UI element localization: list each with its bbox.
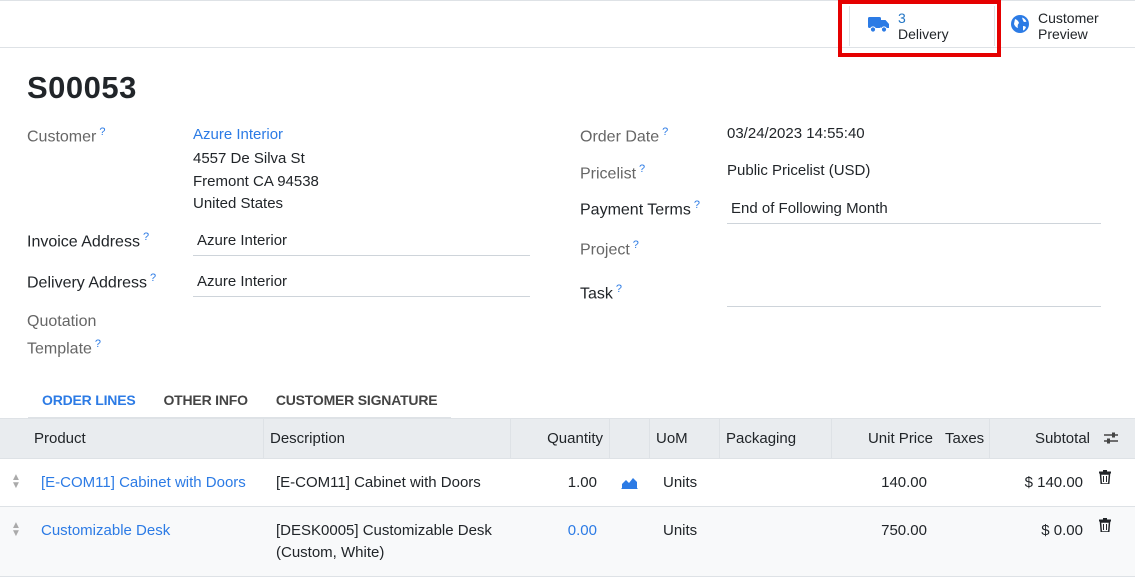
task-field[interactable] — [727, 306, 1101, 307]
quotation-template-label-1: Quotation — [27, 313, 97, 330]
globe-icon — [1010, 14, 1030, 38]
subtotal-cell: $ 140.00 — [1024, 474, 1083, 491]
uom-cell[interactable]: Units — [663, 474, 697, 491]
customer-name-link[interactable]: Azure Interior — [193, 126, 283, 143]
help-icon[interactable]: ? — [150, 272, 156, 284]
customer-preview-button[interactable]: Customer Preview — [1010, 6, 1135, 46]
payment-terms-field[interactable]: End of Following Month — [731, 200, 888, 217]
trash-icon[interactable] — [1099, 518, 1111, 536]
smart-button-bar: 3 Delivery Customer Preview — [0, 0, 1135, 48]
subtotal-cell: $ 0.00 — [1041, 522, 1083, 539]
customer-address-line3: United States — [193, 195, 284, 212]
invoice-address-field[interactable]: Azure Interior — [197, 232, 287, 249]
drag-handle-icon[interactable]: ▲ ▼ — [11, 473, 21, 491]
help-icon[interactable]: ? — [143, 231, 149, 243]
column-header-subtotal[interactable]: Subtotal — [989, 419, 1096, 459]
drag-handle-icon[interactable]: ▲ ▼ — [11, 521, 21, 539]
description-cell-line1[interactable]: [DESK0005] Customizable Desk — [276, 522, 492, 539]
task-label: Task? — [580, 283, 623, 303]
column-header-product[interactable]: Product — [28, 419, 262, 459]
payment-terms-underline — [727, 223, 1101, 224]
column-header-quantity[interactable]: Quantity — [510, 419, 609, 459]
help-icon[interactable]: ? — [633, 239, 639, 251]
column-header-description[interactable]: Description — [263, 419, 510, 459]
help-icon[interactable]: ? — [662, 126, 668, 138]
delivery-smart-button[interactable]: 3 Delivery — [849, 6, 995, 46]
record-title: S00053 — [27, 70, 137, 105]
project-label: Project? — [580, 239, 639, 259]
help-icon[interactable]: ? — [95, 338, 101, 350]
delivery-address-label: Delivery Address? — [27, 272, 157, 292]
quotation-template-label-2: Template? — [27, 338, 102, 358]
column-header-packaging[interactable]: Packaging — [719, 419, 831, 459]
pricelist-value: Public Pricelist (USD) — [727, 162, 871, 179]
column-header-taxes[interactable]: Taxes — [939, 419, 989, 459]
customer-address-line1: 4557 De Silva St — [193, 150, 305, 167]
delivery-address-underline — [193, 296, 530, 297]
column-header-uom[interactable]: UoM — [649, 419, 719, 459]
delivery-label: Delivery — [898, 26, 949, 42]
description-cell[interactable]: [E-COM11] Cabinet with Doors — [276, 474, 481, 491]
help-icon[interactable]: ? — [639, 163, 645, 175]
quantity-cell[interactable]: 1.00 — [510, 474, 597, 491]
tab-order-lines[interactable]: ORDER LINES — [28, 390, 149, 418]
customer-label: Customer? — [27, 126, 106, 146]
invoice-address-underline — [193, 255, 530, 256]
delivery-count: 3 — [898, 10, 906, 26]
notebook-tabs: ORDER LINES OTHER INFO CUSTOMER SIGNATUR… — [28, 390, 452, 418]
tab-customer-signature[interactable]: CUSTOMER SIGNATURE — [262, 390, 452, 418]
uom-cell[interactable]: Units — [663, 522, 697, 539]
order-date-value: 03/24/2023 14:55:40 — [727, 125, 865, 142]
product-link[interactable]: [E-COM11] Cabinet with Doors — [41, 474, 246, 491]
area-chart-icon[interactable] — [621, 476, 638, 493]
pricelist-label: Pricelist? — [580, 163, 646, 183]
order-date-label: Order Date? — [580, 126, 669, 146]
column-header-unit-price[interactable]: Unit Price — [831, 419, 939, 459]
help-icon[interactable]: ? — [99, 126, 105, 138]
quantity-cell[interactable]: 0.00 — [510, 522, 597, 539]
help-icon[interactable]: ? — [616, 283, 622, 295]
truck-icon — [868, 15, 890, 37]
table-row[interactable]: ▲ ▼ Customizable Desk [DESK0005] Customiz… — [0, 507, 1135, 577]
unit-price-cell[interactable]: 750.00 — [831, 522, 927, 539]
table-row[interactable]: ▲ ▼ [E-COM11] Cabinet with Doors [E-COM11… — [0, 459, 1135, 507]
tab-other-info[interactable]: OTHER INFO — [149, 390, 261, 418]
invoice-address-label: Invoice Address? — [27, 231, 150, 251]
customer-address-line2: Fremont CA 94538 — [193, 173, 319, 190]
customer-preview-line1: Customer — [1038, 10, 1099, 26]
trash-icon[interactable] — [1099, 470, 1111, 488]
customer-preview-line2: Preview — [1038, 26, 1088, 42]
payment-terms-label: Payment Terms? — [580, 199, 700, 219]
delivery-address-field[interactable]: Azure Interior — [197, 273, 287, 290]
description-cell-line2[interactable]: (Custom, White) — [276, 544, 384, 561]
order-lines-header: Product Description Quantity UoM Packagi… — [0, 418, 1135, 459]
help-icon[interactable]: ? — [694, 199, 700, 211]
product-link[interactable]: Customizable Desk — [41, 522, 170, 539]
column-header-forecast — [609, 419, 649, 459]
sliders-icon[interactable] — [1103, 431, 1119, 449]
unit-price-cell[interactable]: 140.00 — [831, 474, 927, 491]
